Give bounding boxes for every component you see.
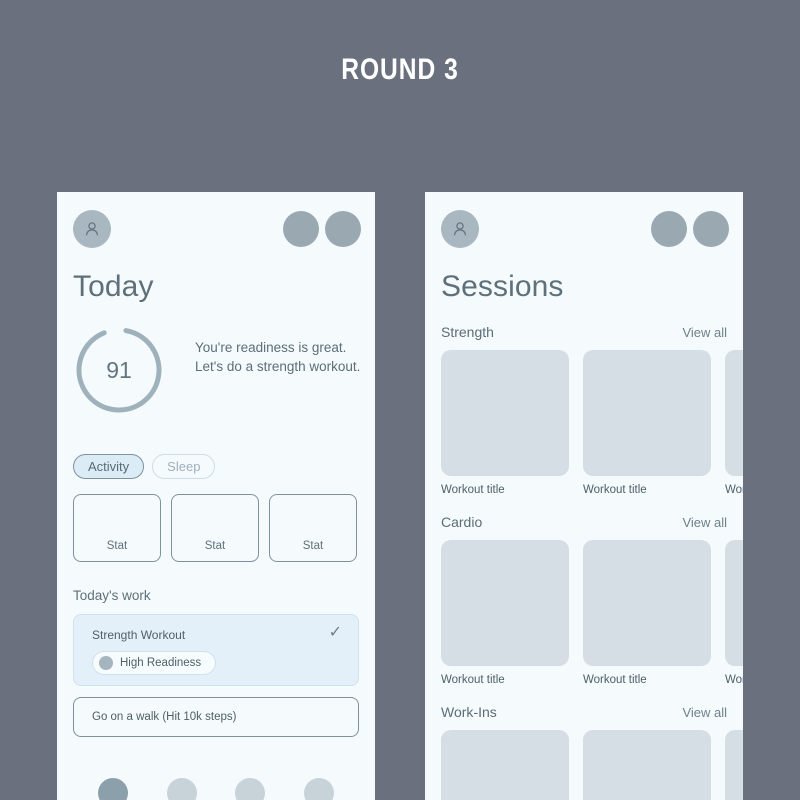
session-card[interactable]: Workout title	[725, 350, 743, 496]
session-label: Workout title	[583, 484, 647, 496]
chip-row: Activity Sleep	[73, 454, 216, 479]
avatar[interactable]	[73, 210, 111, 248]
readiness-dot-icon	[99, 656, 113, 670]
session-row-cardio: Workout title Workout title Workout titl…	[425, 540, 743, 686]
session-label: Workout title	[441, 674, 505, 686]
session-row-workins: Workout title Workout title Workout titl…	[425, 730, 743, 800]
todays-work-label: Today's work	[73, 588, 151, 603]
avatar[interactable]	[441, 210, 479, 248]
session-card[interactable]: Workout title	[583, 540, 711, 686]
top-circle-1[interactable]	[651, 211, 687, 247]
session-card[interactable]: Workout title	[441, 540, 569, 686]
session-card[interactable]: Workout title	[441, 730, 569, 800]
walk-task-label: Go on a walk (Hit 10k steps)	[92, 711, 237, 723]
top-circle-1[interactable]	[283, 211, 319, 247]
session-thumbnail	[583, 350, 711, 476]
section-header-strength: Strength View all	[425, 320, 743, 344]
section-title-strength: Strength	[441, 324, 494, 340]
session-card[interactable]: Workout title	[725, 730, 743, 800]
phone-screen-sessions: Sessions Strength View all Workout title…	[425, 192, 743, 800]
stat-card-3-label: Stat	[302, 540, 324, 552]
nav-sessions[interactable]	[166, 778, 197, 800]
session-section-strength: Strength View all Workout title Workout …	[425, 320, 743, 496]
session-card[interactable]: Workout title	[725, 540, 743, 686]
session-label: Workout title	[441, 484, 505, 496]
stat-card-1[interactable]: Stat	[73, 494, 161, 562]
nav-stats[interactable]	[235, 778, 266, 800]
sessions-scroll-area[interactable]: Strength View all Workout title Workout …	[425, 320, 743, 800]
view-all-workins[interactable]: View all	[682, 705, 727, 720]
view-all-strength[interactable]: View all	[682, 325, 727, 340]
screen-title-today: Today	[73, 270, 154, 303]
person-icon	[453, 222, 467, 236]
topbar-sessions	[425, 210, 743, 252]
person-icon	[85, 222, 99, 236]
high-readiness-pill: High Readiness	[92, 651, 217, 675]
topbar-today	[57, 210, 375, 252]
readiness-score: 91	[106, 356, 132, 383]
top-circle-2[interactable]	[325, 211, 361, 247]
session-card[interactable]: Workout title	[583, 350, 711, 496]
session-thumbnail	[583, 730, 711, 800]
session-card[interactable]: Workout title	[441, 350, 569, 496]
session-label: Workout title	[583, 674, 647, 686]
screen-title-sessions: Sessions	[441, 270, 564, 303]
session-thumbnail	[725, 350, 743, 476]
chip-activity[interactable]: Activity	[73, 454, 145, 479]
chip-sleep[interactable]: Sleep	[152, 454, 216, 479]
session-section-cardio: Cardio View all Workout title Workout ti…	[425, 510, 743, 686]
session-label: Workout title	[725, 484, 743, 496]
stat-card-3[interactable]: Stat	[269, 494, 357, 562]
session-thumbnail	[441, 540, 569, 666]
session-row-strength: Workout title Workout title Workout titl…	[425, 350, 743, 496]
view-all-cardio[interactable]: View all	[682, 515, 727, 530]
top-circle-2[interactable]	[693, 211, 729, 247]
section-title-cardio: Cardio	[441, 514, 483, 530]
session-card[interactable]: Workout title	[583, 730, 711, 800]
nav-home[interactable]	[98, 778, 129, 800]
session-section-workins: Work-Ins View all Workout title Workout …	[425, 700, 743, 800]
session-thumbnail	[725, 730, 743, 800]
phone-screen-today: Today 91 You're readiness is great. Let'…	[57, 192, 375, 800]
session-thumbnail	[441, 350, 569, 476]
session-thumbnail	[725, 540, 743, 666]
check-icon: ✓	[328, 624, 342, 641]
bottom-nav	[57, 778, 375, 800]
stat-card-1-label: Stat	[106, 540, 128, 552]
strength-workout-card[interactable]: Strength Workout ✓ High Readiness	[73, 614, 359, 686]
readiness-block: 91 You're readiness is great. Let's do a…	[73, 324, 360, 424]
section-header-workins: Work-Ins View all	[425, 700, 743, 724]
section-title-workins: Work-Ins	[441, 704, 497, 720]
stat-row: Stat Stat Stat	[73, 494, 357, 562]
readiness-message: You're readiness is great. Let's do a st…	[195, 340, 361, 374]
strength-workout-title: Strength Workout	[92, 628, 186, 642]
walk-task-card[interactable]: Go on a walk (Hit 10k steps)	[73, 697, 359, 737]
stat-card-2[interactable]: Stat	[171, 494, 259, 562]
high-readiness-label: High Readiness	[120, 657, 202, 669]
session-thumbnail	[441, 730, 569, 800]
section-header-cardio: Cardio View all	[425, 510, 743, 534]
page-title: ROUND 3	[341, 53, 459, 86]
nav-profile[interactable]	[303, 778, 334, 800]
session-thumbnail	[583, 540, 711, 666]
session-label: Workout title	[725, 674, 743, 686]
stat-card-2-label: Stat	[204, 540, 226, 552]
